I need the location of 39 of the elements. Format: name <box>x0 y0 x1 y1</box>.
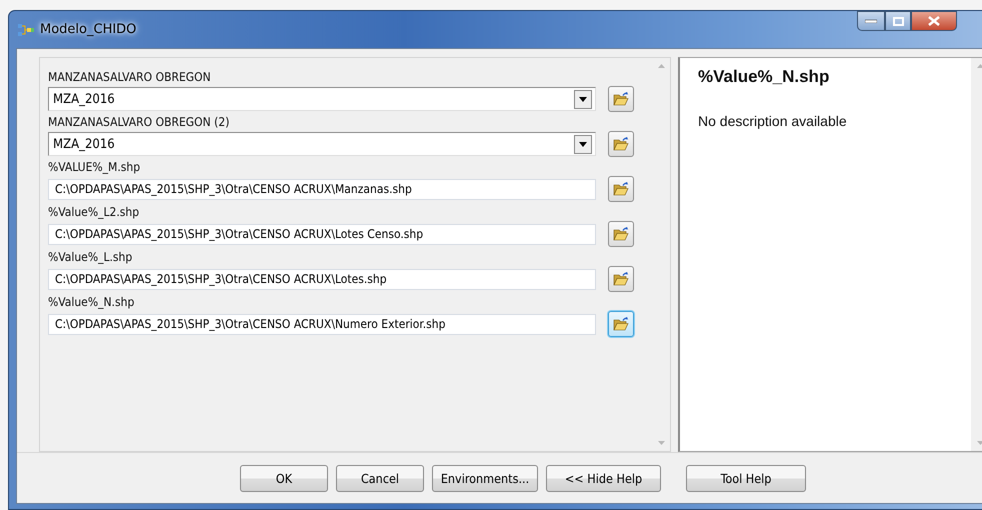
help-title: %Value%_N.shp <box>698 67 830 87</box>
dialog-button[interactable]: << Hide Help <box>546 464 661 492</box>
dialog-button[interactable]: Cancel <box>336 464 424 492</box>
field-label: %Value%_L2.shp <box>48 204 140 221</box>
path-field[interactable]: C:\OPDAPAS\APAS_2015\SHP_3\Otra\CENSO ACRUX\Lotes.shp <box>48 268 596 290</box>
browse-button[interactable] <box>608 311 634 337</box>
close-button[interactable] <box>911 11 957 31</box>
folder-icon <box>612 271 630 287</box>
path-field[interactable]: C:\OPDAPAS\APAS_2015\SHP_3\Otra\CENSO ACRUX\Numero Exterior.shp <box>48 314 596 334</box>
model-icon <box>18 22 34 36</box>
close-icon <box>928 16 940 26</box>
folder-icon <box>612 91 630 107</box>
maximize-button[interactable] <box>885 11 911 31</box>
maximize-icon <box>892 16 904 26</box>
folder-icon <box>612 181 630 197</box>
browse-button[interactable] <box>608 266 634 292</box>
folder-icon <box>612 316 630 332</box>
browse-button[interactable] <box>608 131 634 157</box>
minimize-icon <box>865 19 877 23</box>
minimize-button[interactable] <box>857 11 885 31</box>
help-description: No description available <box>698 113 848 129</box>
browse-button[interactable] <box>608 176 634 202</box>
field-label: %Value%_N.shp <box>48 294 136 311</box>
field-label: MANZANASALVARO OBREGON <box>48 69 212 86</box>
folder-icon <box>612 226 630 242</box>
path-field[interactable]: C:\OPDAPAS\APAS_2015\SHP_3\Otra\CENSO ACRUX\Manzanas.shp <box>48 178 596 200</box>
field-label: MANZANASALVARO OBREGON (2) <box>48 114 230 131</box>
dialog-button[interactable]: Environments... <box>432 464 538 492</box>
field-label: %VALUE%_M.shp <box>48 159 142 176</box>
dropdown-field[interactable]: MZA_2016 <box>48 132 596 156</box>
dialog-button[interactable]: OK <box>240 464 328 492</box>
browse-button[interactable] <box>608 86 634 112</box>
dropdown-field[interactable]: MZA_2016 <box>48 87 596 111</box>
path-field[interactable]: C:\OPDAPAS\APAS_2015\SHP_3\Otra\CENSO ACRUX\Lotes Censo.shp <box>48 224 596 244</box>
browse-button[interactable] <box>608 221 634 247</box>
window-title: Modelo_CHIDO <box>40 22 136 37</box>
field-label: %Value%_L.shp <box>48 249 134 266</box>
dialog-button[interactable]: Tool Help <box>686 464 806 492</box>
folder-icon <box>612 136 630 152</box>
